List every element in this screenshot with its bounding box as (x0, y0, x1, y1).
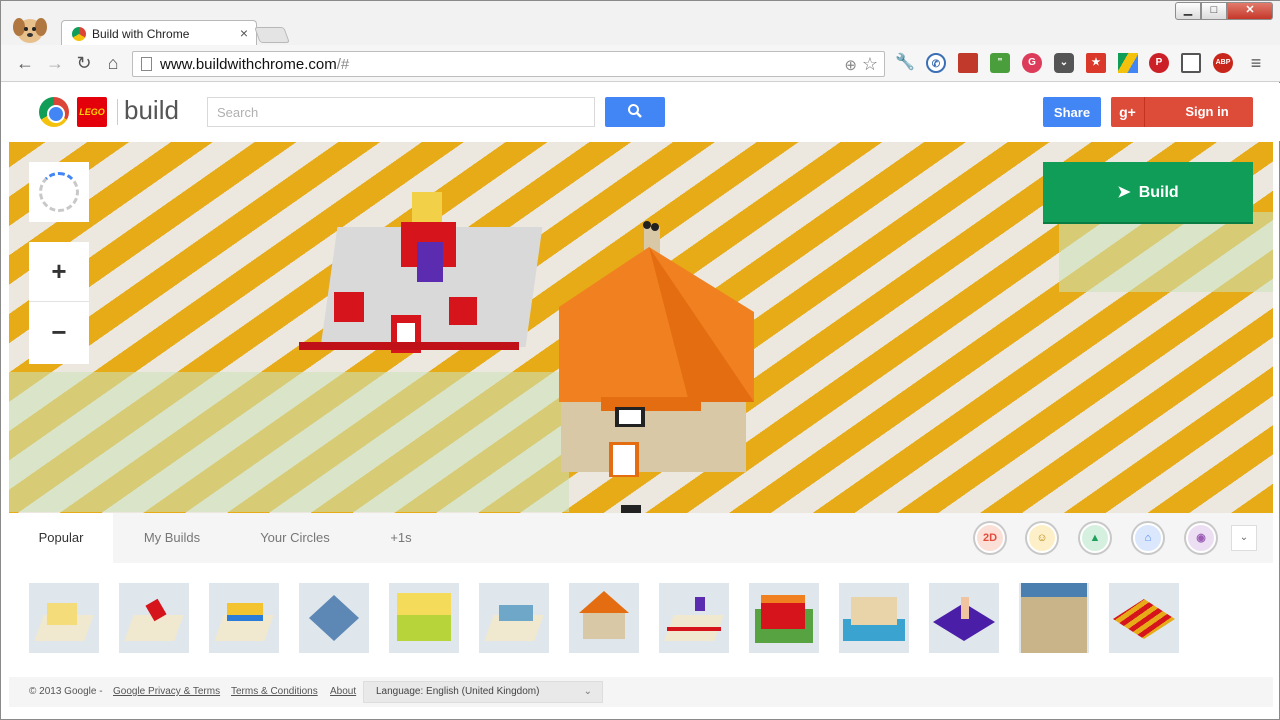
build-thumbnail[interactable] (29, 583, 99, 653)
browser-toolbar: ← → ↻ ⌂ www.buildwithchrome.com/# ⊕ ☆ 🔧 … (1, 45, 1280, 82)
build-thumbnail[interactable] (749, 583, 819, 653)
build-thumbnail[interactable] (1019, 583, 1089, 653)
site-header: LEGO build Share g+ Sign in (1, 83, 1280, 141)
search-button[interactable] (605, 97, 665, 127)
search-input[interactable] (207, 97, 595, 127)
sign-in-label: Sign in (1185, 104, 1229, 119)
navigation-arrow-icon: ➤ (1117, 184, 1131, 201)
google-plus-icon: g+ (1111, 97, 1145, 127)
grass-area (1059, 212, 1273, 292)
zoom-out-button[interactable]: − (29, 303, 89, 363)
build-thumbnail[interactable] (209, 583, 279, 653)
build-thumbnail[interactable] (299, 583, 369, 653)
menu-icon[interactable]: ≡ (1246, 53, 1266, 73)
tab-my-builds[interactable]: My Builds (129, 513, 215, 563)
browser-window: Build with Chrome × ▁ □ ✕ ← → ↻ ⌂ www.bu… (0, 0, 1280, 720)
build-thumbnail[interactable] (839, 583, 909, 653)
bookmark-icon[interactable] (958, 53, 978, 73)
close-window-button[interactable]: ✕ (1227, 2, 1273, 20)
share-button[interactable]: Share (1043, 97, 1101, 127)
lego-build-left[interactable] (299, 187, 539, 357)
home-button[interactable]: ⌂ (103, 53, 123, 73)
bookmark-star-icon[interactable]: ☆ (862, 54, 878, 75)
language-select[interactable]: Language: English (United Kingdom) ⌄ (363, 681, 603, 703)
brand-divider (117, 99, 118, 125)
tab-popular[interactable]: Popular (9, 513, 113, 563)
category-glasses-face-icon[interactable]: ☺ (1027, 523, 1057, 553)
new-tab-button[interactable] (254, 27, 290, 43)
tab-title: Build with Chrome (92, 27, 190, 41)
chrome-logo-icon[interactable] (39, 97, 69, 127)
lego-map-canvas[interactable]: + − ➤ Build (9, 142, 1273, 513)
chevron-down-icon: ⌄ (583, 686, 592, 697)
tab-build-with-chrome[interactable]: Build with Chrome × (61, 20, 257, 46)
tab-plus-ones[interactable]: +1s (379, 513, 423, 563)
build-thumbnail[interactable] (929, 583, 999, 653)
reload-button[interactable]: ↻ (74, 53, 94, 73)
maximize-button[interactable]: □ (1201, 2, 1227, 20)
build-button[interactable]: ➤ Build (1043, 162, 1253, 222)
build-thumbnail[interactable] (1109, 583, 1179, 653)
adblock-icon[interactable]: ABP (1213, 53, 1233, 73)
category-rocket-icon[interactable]: ▲ (1080, 523, 1110, 553)
back-button[interactable]: ← (15, 53, 35, 73)
build-thumbnail[interactable] (479, 583, 549, 653)
address-bar[interactable]: www.buildwithchrome.com/# ⊕ ☆ (132, 51, 885, 77)
cast-icon[interactable] (1181, 53, 1201, 73)
categories-dropdown-icon[interactable]: ⌄ (1231, 525, 1257, 551)
forward-button[interactable]: → (45, 53, 65, 73)
pocket-icon[interactable]: ⌄ (1054, 53, 1074, 73)
zoom-controls: + − (29, 242, 89, 364)
category-2d-icon[interactable]: 2D (975, 523, 1005, 553)
tab-strip: Build with Chrome × ▁ □ ✕ (1, 1, 1280, 46)
brand-title[interactable]: build (124, 95, 179, 126)
g-icon[interactable]: G (1022, 53, 1042, 73)
url-text: www.buildwithchrome.com/# (160, 56, 349, 73)
search-icon (628, 103, 642, 118)
category-building-icon[interactable]: ⌂ (1133, 523, 1163, 553)
rotate-compass-button[interactable] (29, 162, 89, 222)
category-car-icon[interactable]: ◉ (1186, 523, 1216, 553)
build-thumbnail[interactable] (659, 583, 729, 653)
builds-gallery (9, 563, 1273, 677)
pinterest-icon[interactable]: P (1149, 53, 1169, 73)
build-thumbnail[interactable] (389, 583, 459, 653)
page-icon (141, 57, 152, 71)
build-label: Build (1138, 184, 1179, 201)
footer: © 2013 Google - Google Privacy & Terms T… (9, 677, 1273, 707)
star-icon[interactable]: ★ (1086, 53, 1106, 73)
drive-icon[interactable] (1118, 53, 1138, 73)
privacy-link[interactable]: Google Privacy & Terms (113, 686, 220, 697)
phone-icon[interactable]: ✆ (926, 53, 946, 73)
language-select-value: Language: English (United Kingdom) (376, 686, 540, 697)
quote-icon[interactable]: " (990, 53, 1010, 73)
about-link[interactable]: About (330, 686, 356, 697)
location-target-icon[interactable]: ⊕ (844, 56, 857, 74)
chrome-favicon-icon (72, 27, 86, 41)
build-thumbnail[interactable] (119, 583, 189, 653)
terms-link[interactable]: Terms & Conditions (231, 686, 318, 697)
builds-tab-bar: Popular My Builds Your Circles +1s 2D ☺ … (9, 513, 1273, 563)
build-thumbnail[interactable] (569, 583, 639, 653)
grass-area (9, 372, 569, 512)
sign-in-button[interactable]: g+ Sign in (1111, 97, 1253, 127)
lego-logo[interactable]: LEGO (77, 97, 107, 127)
minimize-button[interactable]: ▁ (1175, 2, 1201, 20)
mascot-avatar-icon[interactable] (11, 13, 49, 45)
zoom-in-button[interactable]: + (29, 242, 89, 302)
compass-ring-icon (39, 172, 79, 212)
wrench-icon[interactable]: 🔧 (895, 53, 915, 73)
tab-close-icon[interactable]: × (240, 25, 248, 41)
url-host: www.buildwithchrome.com (160, 56, 337, 73)
url-path: /# (336, 56, 350, 73)
tab-your-circles[interactable]: Your Circles (245, 513, 345, 563)
lego-house-build[interactable] (549, 217, 769, 513)
copyright-text: © 2013 Google - (29, 686, 103, 697)
